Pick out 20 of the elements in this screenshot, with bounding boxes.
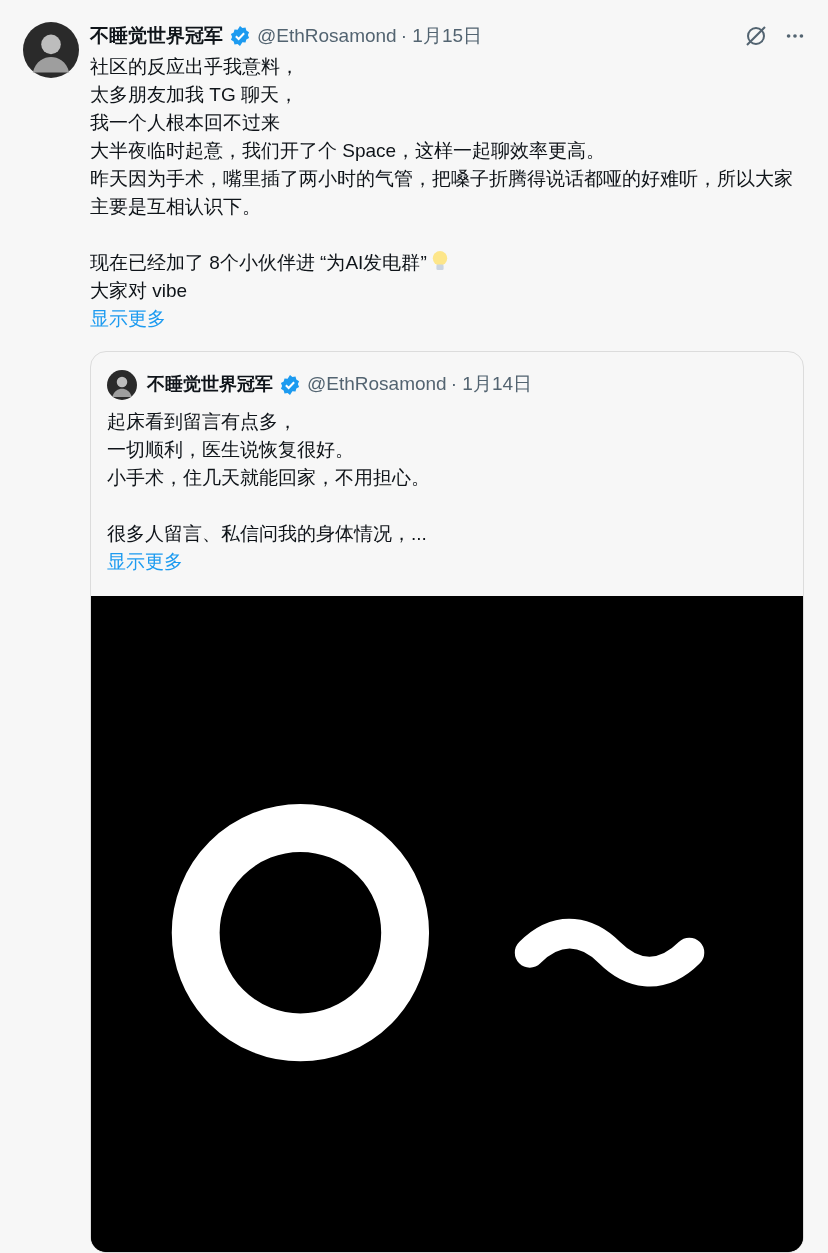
post-text: 大家对 vibe [90,279,188,301]
post-text: 我一个人根本回不过来 [90,111,280,133]
post-text: 太多朋友加我 TG 聊天， [90,83,298,105]
post-text: 起床看到留言有点多， [107,410,297,432]
post-date[interactable]: · 1月15日 [400,22,482,51]
post-text: 大半夜临时起意，我们开了个 Space，这样一起聊效率更高。 [90,139,606,161]
post-text: 一切顺利，医生说恢复很好。 [107,438,354,460]
author-name[interactable]: 不睡觉世界冠军 [147,371,273,398]
author-handle[interactable]: @EthRosamond [307,370,447,399]
post-text: 小手术，住几天就能回家，不用担心。 [107,466,430,488]
author-handle[interactable]: @EthRosamond [257,22,397,51]
avatar[interactable] [23,22,79,78]
avatar[interactable] [107,369,137,400]
post-text: 很多人留言、私信问我的身体情况，... [107,522,427,544]
post-date[interactable]: · 1月14日 [450,370,532,399]
quoted-post-card[interactable]: 不睡觉世界冠军 @EthRosamond · 1月14日 起床看到留言有点多， 一切顺利，医生说恢复很好。 小手术，住几天就能回家，不用担心。 很多人留言、私信问我的身体情况，... 显示更多 [90,350,804,1253]
post-text: 现在已经加了 8个小伙伴进 “为AI发电群” [90,251,427,273]
post-text: 昨天因为手术，嘴里插了两小时的气管，把嗓子折腾得说话都哑的好难听，所以大家主要是互相认识下。 [90,167,793,217]
author-name[interactable]: 不睡觉世界冠军 [90,22,223,51]
post-text: 社区的反应出乎我意料， [90,55,299,77]
